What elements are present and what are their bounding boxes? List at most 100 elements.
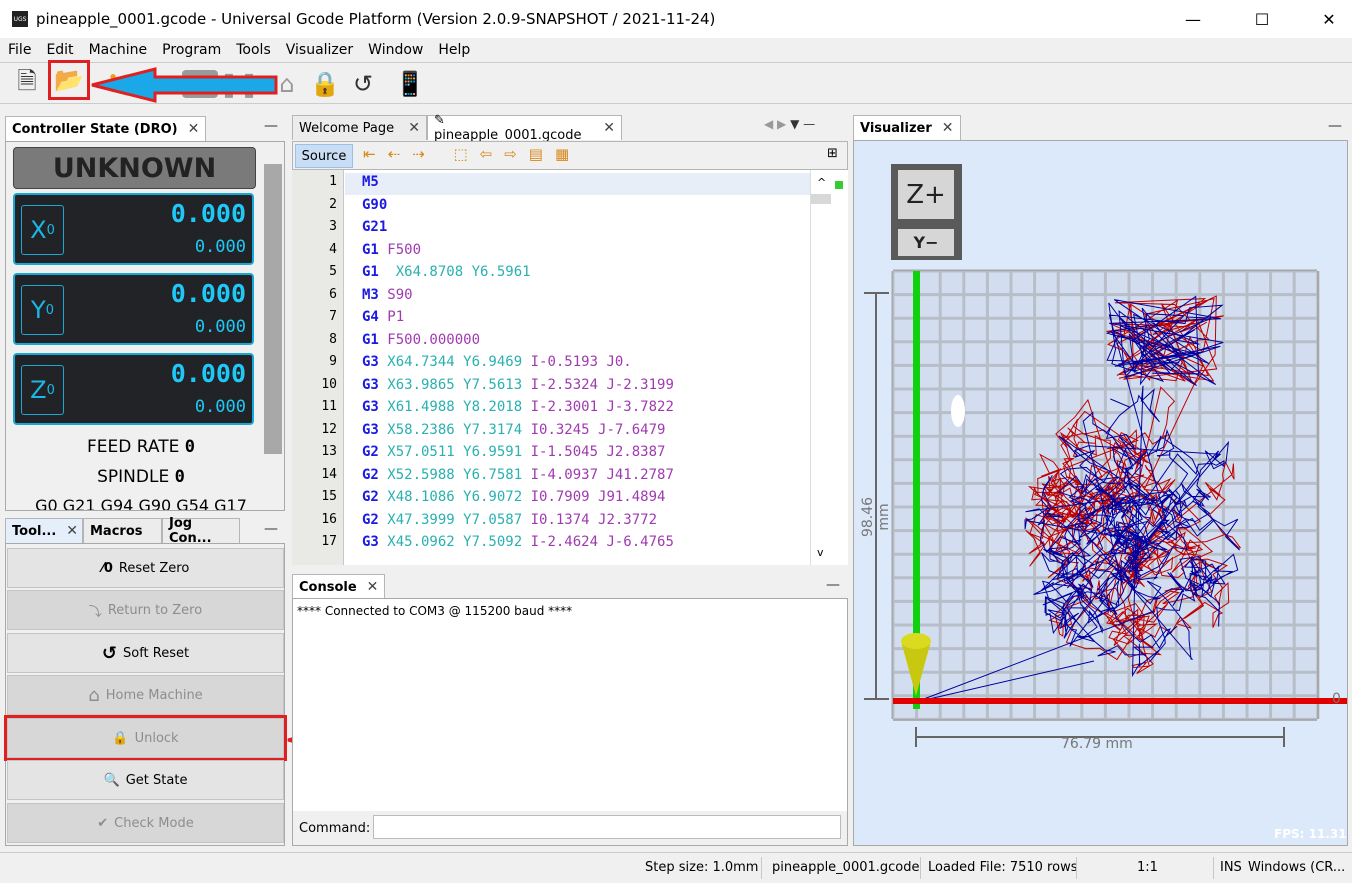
tab-macros[interactable]: Macros [83,518,162,543]
tab-gcode-file[interactable]: ✎ pineapple_0001.gcode ✕ [427,113,622,143]
split-icon[interactable]: ⊞ [827,146,838,161]
dro-scrollbar[interactable] [262,142,284,510]
tab-welcome-page[interactable]: Welcome Page ✕ [292,115,427,140]
line-number: 13 [321,444,337,459]
code-line: G2 X52.5988 Y6.7581 I-4.0937 J41.2787 [362,466,674,483]
new-file-icon[interactable]: 🗎 [10,67,44,101]
minimize-icon[interactable]: — [264,521,278,537]
feed-rate: FEED RATE 0 [87,437,195,457]
code-line: G2 X47.3999 Y7.0587 I0.1374 J2.3772 [362,511,658,528]
reset-icon: ↺ [101,642,117,664]
reset-icon[interactable]: ↺ [346,67,380,101]
z-work-position: 0.000 [170,359,246,388]
tab-scroll-icons[interactable]: ◀ ▶ ▼ — [764,117,815,131]
line-number: 9 [329,354,337,369]
dro-tabs: Controller State (DRO) ✕ [5,116,207,141]
code-line: G3 X63.9865 Y7.5613 I-2.5324 J-2.3199 [362,376,674,393]
check-mode-button[interactable]: ✔ Check Mode [7,803,284,843]
view-cube[interactable]: Z+ Y− [891,164,962,260]
minimize-button[interactable]: — [1170,0,1216,38]
tab-visualizer[interactable]: Visualizer ✕ [853,115,961,140]
editor-scrollbar[interactable]: ^ v [810,170,848,565]
menu-program[interactable]: Program [154,42,228,58]
z-zero-button[interactable]: Z0 [21,365,64,415]
pendant-icon[interactable]: 📱 [393,67,427,101]
menu-file[interactable]: File [0,42,38,58]
home-machine-button[interactable]: ⌂ Home Machine [7,675,284,715]
line-number: 5 [329,264,337,279]
line-number: 12 [321,421,337,437]
status-bar: Step size: 1.0mm pineapple_0001.gcode Lo… [0,852,1352,883]
menu-edit[interactable]: Edit [38,42,80,58]
reset-zero-button[interactable]: ⁄0 Reset Zero [7,548,284,588]
x-zero-button[interactable]: X0 [21,205,64,255]
editor-toolbar: Source ⇤⇠⇢ ⬚⇦⇨▤▦ ⊞ [292,141,848,170]
menu-bar: File Edit Machine Program Tools Visualiz… [0,38,1352,61]
code-line: G1 F500.000000 [362,331,481,348]
insert-mode: INS [1220,860,1242,875]
return-to-zero-button[interactable]: ⤵ Return to Zero [7,590,284,630]
tab-console[interactable]: Console ✕ [292,574,386,599]
close-icon[interactable]: ✕ [188,121,200,137]
minimize-icon[interactable]: — [1328,118,1342,134]
app-logo: UGS [12,11,28,27]
line-number: 14 [321,466,337,482]
menu-tools[interactable]: Tools [228,42,278,58]
menu-help[interactable]: Help [430,42,477,58]
code-line: G90 [362,196,388,213]
editor-tabs: Welcome Page ✕ ✎ pineapple_0001.gcode ✕ [292,113,622,143]
code-line: M5 [362,174,379,190]
y-work-position: 0.000 [170,279,246,308]
y-axis-dro: Y0 0.000 0.000 [13,273,254,345]
tab-label: Controller State (DRO) [12,121,178,137]
tab-dro[interactable]: Controller State (DRO) ✕ [5,116,207,141]
menu-visualizer[interactable]: Visualizer [278,42,360,58]
code-editor[interactable]: 1 2 3 4 5 6 7 8 9 10 11 12 13 14 15 16 17 M5 G90 G21 G1 F50… [292,170,810,565]
minimize-icon[interactable]: — [826,577,840,593]
toolbar: 🗎 📂 ✣ ▶ ❚❚ ⌂ 🔒 ↺ 📱 [0,60,1352,104]
line-number: 7 [329,309,337,324]
code-line: G2 X57.0511 Y6.9591 I-1.5045 J2.8387 [362,444,666,460]
line-number: 11 [321,399,337,414]
fps-counter: FPS: 11.31 [1274,827,1347,841]
console-output: **** Connected to COM3 @ 115200 baud ***… [297,604,573,618]
zero-label: 0 [1332,691,1341,707]
menu-window[interactable]: Window [360,42,430,58]
view-cube-front[interactable]: Y− [898,229,954,256]
home-icon: ⌂ [88,684,100,706]
line-ending: Windows (CR... [1248,860,1346,875]
height-dimension-label: 98.46 mm [860,496,892,538]
command-label: Command: [299,821,371,836]
editor-tool-icons[interactable]: ⇤⇠⇢ ⬚⇦⇨▤▦ [363,145,581,163]
minimize-icon[interactable]: — [264,118,278,134]
machine-state: UNKNOWN [13,147,256,189]
search-icon: 🔍 [103,772,120,788]
line-number: 10 [321,376,337,392]
code-line: G3 X64.7344 Y6.9469 I-0.5193 J0. [362,354,632,370]
y-zero-button[interactable]: Y0 [21,285,64,335]
get-state-button[interactable]: 🔍 Get State [7,760,284,800]
x-work-position: 0.000 [170,199,246,228]
menu-machine[interactable]: Machine [81,42,155,58]
command-input[interactable] [373,815,841,839]
check-icon: ✔ [97,815,109,831]
tools-tabs: Tool... ✕ Macros Jog Con... [5,516,240,546]
visualizer-canvas[interactable]: Z+ Y− 98.46 mm 76.79 mm 0 FPS: 11.31 [853,140,1348,846]
line-numbers: 1 2 3 4 5 6 7 8 9 10 11 12 13 14 15 16 17 [292,170,344,565]
close-button[interactable]: ✕ [1306,0,1352,38]
maximize-button[interactable]: ☐ [1239,0,1285,38]
tab-jog-controller[interactable]: Jog Con... [162,516,240,546]
x-machine-position: 0.000 [194,237,246,257]
view-cube-top[interactable]: Z+ [898,170,954,219]
unlock-button[interactable]: 🔒 Unlock [4,715,287,761]
window-title: pineapple_0001.gcode - Universal Gcode P… [36,10,716,28]
source-button[interactable]: Source [295,144,353,168]
code-line: G21 [362,219,388,235]
lock-icon[interactable]: 🔒 [308,67,342,101]
tab-tools[interactable]: Tool... ✕ [5,518,83,543]
console-panel: **** Connected to COM3 @ 115200 baud ***… [292,598,848,846]
cursor-position: 1:1 [1137,860,1158,875]
soft-reset-button[interactable]: ↺ Soft Reset [7,633,284,673]
open-folder-icon[interactable]: 📂 [48,60,90,100]
step-size: Step size: 1.0mm [645,860,759,875]
